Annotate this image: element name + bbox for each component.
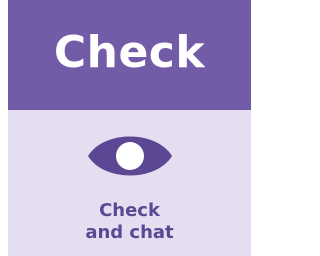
card-header: Check (8, 0, 251, 110)
card-title: Check (53, 27, 206, 78)
eye-icon (88, 136, 172, 176)
card-caption: Check and chat (8, 200, 251, 244)
caption-line-1: Check (99, 200, 160, 221)
caption-line-2: and chat (85, 222, 174, 243)
check-card[interactable]: Check Check and chat (8, 0, 251, 256)
